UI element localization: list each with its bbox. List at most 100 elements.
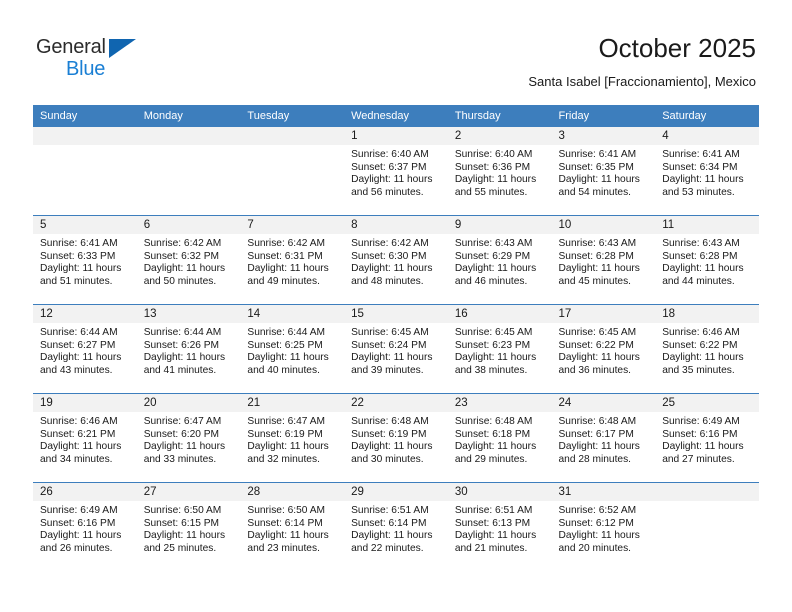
calendar-day-cell[interactable]: 19 Sunrise: 6:46 AM Sunset: 6:21 PM Dayligh… [33,393,137,483]
daylight-duration-text: Daylight: 11 hours and 32 minutes. [247,441,329,465]
calendar-day-cell[interactable]: 14 Sunrise: 6:44 AM Sunset: 6:25 PM Dayligh… [240,304,345,394]
calendar-day-cell[interactable]: 23 Sunrise: 6:48 AM Sunset: 6:18 PM Dayligh… [447,393,552,483]
day-sun-info: Sunrise: 6:42 AM Sunset: 6:30 PM Daylight:… [344,234,448,288]
daylight-duration-text: Daylight: 11 hours and 45 minutes. [558,263,640,287]
calendar-day-cell[interactable]: 20 Sunrise: 6:47 AM Sunset: 6:20 PM Dayligh… [136,393,241,483]
sunrise-text: Sunrise: 6:46 AM [662,327,740,338]
daylight-duration-text: Daylight: 11 hours and 56 minutes. [351,174,433,198]
day-cell-content [33,127,137,215]
daylight-duration-text: Daylight: 11 hours and 49 minutes. [247,263,329,287]
sunset-text: Sunset: 6:22 PM [558,339,634,351]
calendar-day-cell-empty [33,127,137,216]
sunset-text: Sunset: 6:13 PM [454,517,531,529]
sunrise-text: Sunrise: 6:47 AM [143,416,222,427]
day-sun-info: Sunrise: 6:50 AM Sunset: 6:15 PM Daylight:… [137,501,241,555]
logo-text-blue: Blue [66,58,106,80]
day-cell-content: 26 Sunrise: 6:49 AM Sunset: 6:16 PM Dayligh… [33,483,137,571]
day-sun-info: Sunrise: 6:41 AM Sunset: 6:33 PM Daylight:… [33,234,137,288]
sunrise-text: Sunrise: 6:49 AM [40,505,118,516]
day-sun-info: Sunrise: 6:48 AM Sunset: 6:17 PM Daylight:… [552,412,656,466]
calendar-body: 1 Sunrise: 6:40 AM Sunset: 6:37 PM Daylight… [33,127,759,571]
calendar-day-cell[interactable]: 2 Sunrise: 6:40 AM Sunset: 6:36 PM Daylight… [447,127,552,216]
day-cell-content: 24 Sunrise: 6:48 AM Sunset: 6:17 PM Dayligh… [551,394,656,482]
calendar-day-cell[interactable]: 28 Sunrise: 6:50 AM Sunset: 6:14 PM Dayligh… [240,482,345,571]
day-cell-content: 17 Sunrise: 6:45 AM Sunset: 6:22 PM Dayligh… [551,305,656,393]
day-cell-content: 16 Sunrise: 6:45 AM Sunset: 6:23 PM Dayligh… [447,305,552,393]
day-sun-info: Sunrise: 6:48 AM Sunset: 6:18 PM Daylight:… [448,412,552,466]
sunrise-text: Sunrise: 6:51 AM [351,505,429,516]
day-sun-info: Sunrise: 6:46 AM Sunset: 6:22 PM Daylight:… [655,323,759,377]
day-sun-info: Sunrise: 6:48 AM Sunset: 6:19 PM Daylight:… [344,412,448,466]
day-number: 24 [551,394,656,412]
calendar-day-cell[interactable]: 5 Sunrise: 6:41 AM Sunset: 6:33 PM Daylight… [33,215,137,305]
day-cell-content: 14 Sunrise: 6:44 AM Sunset: 6:25 PM Dayligh… [240,305,345,393]
calendar-day-cell[interactable]: 6 Sunrise: 6:42 AM Sunset: 6:32 PM Daylight… [136,215,241,305]
calendar-day-cell[interactable]: 4 Sunrise: 6:41 AM Sunset: 6:34 PM Daylight… [655,127,759,216]
sunset-text: Sunset: 6:16 PM [40,517,116,529]
weekday-header-row: Sunday Monday Tuesday Wednesday Thursday… [33,105,759,127]
day-cell-content: 6 Sunrise: 6:42 AM Sunset: 6:32 PM Daylight… [136,216,241,304]
calendar-day-cell[interactable]: 31 Sunrise: 6:52 AM Sunset: 6:12 PM Dayligh… [551,482,656,571]
calendar-day-cell[interactable]: 29 Sunrise: 6:51 AM Sunset: 6:14 PM Dayligh… [344,482,448,571]
day-number: 28 [240,483,345,501]
day-sun-info: Sunrise: 6:49 AM Sunset: 6:16 PM Daylight:… [33,501,137,555]
sunrise-text: Sunrise: 6:50 AM [247,505,325,516]
calendar-day-cell[interactable]: 22 Sunrise: 6:48 AM Sunset: 6:19 PM Dayligh… [344,393,448,483]
day-cell-content [136,127,241,215]
sunset-text: Sunset: 6:28 PM [558,250,634,262]
logo-text-general: General [36,36,106,58]
calendar-day-cell[interactable]: 16 Sunrise: 6:45 AM Sunset: 6:23 PM Dayligh… [447,304,552,394]
calendar-day-cell[interactable]: 30 Sunrise: 6:51 AM Sunset: 6:13 PM Dayligh… [447,482,552,571]
sunset-text: Sunset: 6:20 PM [143,428,220,440]
calendar-day-cell[interactable]: 12 Sunrise: 6:44 AM Sunset: 6:27 PM Dayligh… [33,304,137,394]
calendar-day-cell[interactable]: 24 Sunrise: 6:48 AM Sunset: 6:17 PM Dayligh… [551,393,656,483]
calendar-day-cell[interactable]: 1 Sunrise: 6:40 AM Sunset: 6:37 PM Daylight… [344,127,448,216]
day-cell-content: 4 Sunrise: 6:41 AM Sunset: 6:34 PM Daylight… [655,127,759,215]
weekday-header-thursday: Thursday [447,105,552,127]
daylight-duration-text: Daylight: 11 hours and 54 minutes. [558,174,640,198]
day-number: 18 [655,305,759,323]
day-cell-content [655,483,759,571]
sunrise-text: Sunrise: 6:41 AM [662,149,740,160]
calendar-day-cell[interactable]: 9 Sunrise: 6:43 AM Sunset: 6:29 PM Daylight… [447,215,552,305]
day-cell-content: 15 Sunrise: 6:45 AM Sunset: 6:24 PM Dayligh… [344,305,448,393]
day-sun-info: Sunrise: 6:51 AM Sunset: 6:13 PM Daylight:… [448,501,552,555]
calendar-day-cell[interactable]: 15 Sunrise: 6:45 AM Sunset: 6:24 PM Dayligh… [344,304,448,394]
day-cell-content: 8 Sunrise: 6:42 AM Sunset: 6:30 PM Daylight… [344,216,448,304]
calendar-day-cell[interactable]: 26 Sunrise: 6:49 AM Sunset: 6:16 PM Dayligh… [33,482,137,571]
day-number: 6 [136,216,241,234]
day-number: 12 [33,305,137,323]
day-cell-content: 5 Sunrise: 6:41 AM Sunset: 6:33 PM Daylight… [33,216,137,304]
calendar-day-cell[interactable]: 7 Sunrise: 6:42 AM Sunset: 6:31 PM Daylight… [240,215,345,305]
day-sun-info: Sunrise: 6:44 AM Sunset: 6:26 PM Daylight:… [137,323,241,377]
daylight-duration-text: Daylight: 11 hours and 38 minutes. [454,352,537,376]
calendar-day-cell[interactable]: 3 Sunrise: 6:41 AM Sunset: 6:35 PM Daylight… [551,127,656,216]
calendar-day-cell[interactable]: 18 Sunrise: 6:46 AM Sunset: 6:22 PM Dayligh… [655,304,759,394]
calendar-day-cell[interactable]: 11 Sunrise: 6:43 AM Sunset: 6:28 PM Dayligh… [655,215,759,305]
sunset-text: Sunset: 6:21 PM [40,428,116,440]
sunset-text: Sunset: 6:31 PM [247,250,323,262]
calendar-day-cell[interactable]: 17 Sunrise: 6:45 AM Sunset: 6:22 PM Dayligh… [551,304,656,394]
calendar-day-cell[interactable]: 25 Sunrise: 6:49 AM Sunset: 6:16 PM Dayligh… [655,393,759,483]
sunset-text: Sunset: 6:35 PM [558,161,634,173]
day-number: 23 [447,394,552,412]
daylight-duration-text: Daylight: 11 hours and 34 minutes. [40,441,122,465]
day-number [655,483,759,501]
day-cell-content: 10 Sunrise: 6:43 AM Sunset: 6:28 PM Dayligh… [551,216,656,304]
daylight-duration-text: Daylight: 11 hours and 50 minutes. [143,263,226,287]
sunset-text: Sunset: 6:37 PM [351,161,427,173]
sunrise-text: Sunrise: 6:40 AM [454,149,533,160]
sunset-text: Sunset: 6:19 PM [351,428,427,440]
day-sun-info: Sunrise: 6:52 AM Sunset: 6:12 PM Daylight:… [552,501,656,555]
calendar-day-cell[interactable]: 8 Sunrise: 6:42 AM Sunset: 6:30 PM Daylight… [344,215,448,305]
sunset-text: Sunset: 6:30 PM [351,250,427,262]
sunset-text: Sunset: 6:15 PM [143,517,220,529]
calendar-day-cell[interactable]: 13 Sunrise: 6:44 AM Sunset: 6:26 PM Dayligh… [136,304,241,394]
calendar-day-cell[interactable]: 27 Sunrise: 6:50 AM Sunset: 6:15 PM Dayligh… [136,482,241,571]
calendar-day-cell[interactable]: 21 Sunrise: 6:47 AM Sunset: 6:19 PM Dayligh… [240,393,345,483]
day-cell-content: 30 Sunrise: 6:51 AM Sunset: 6:13 PM Dayligh… [447,483,552,571]
calendar-day-cell[interactable]: 10 Sunrise: 6:43 AM Sunset: 6:28 PM Dayligh… [551,215,656,305]
day-number: 10 [551,216,656,234]
day-cell-content: 13 Sunrise: 6:44 AM Sunset: 6:26 PM Dayligh… [136,305,241,393]
day-sun-info: Sunrise: 6:50 AM Sunset: 6:14 PM Daylight:… [240,501,344,555]
